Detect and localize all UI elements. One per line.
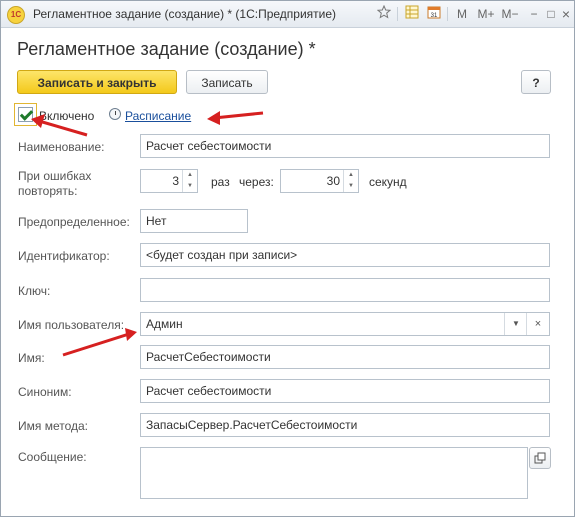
form-window: 1C Регламентное задание (создание) * (1С… [0, 0, 575, 517]
annotation-arrow-schedule [213, 111, 264, 120]
annotation-arrows [31, 111, 264, 357]
annotation-arrow-user [62, 332, 130, 357]
annotation-arrow-enabled [38, 119, 88, 137]
